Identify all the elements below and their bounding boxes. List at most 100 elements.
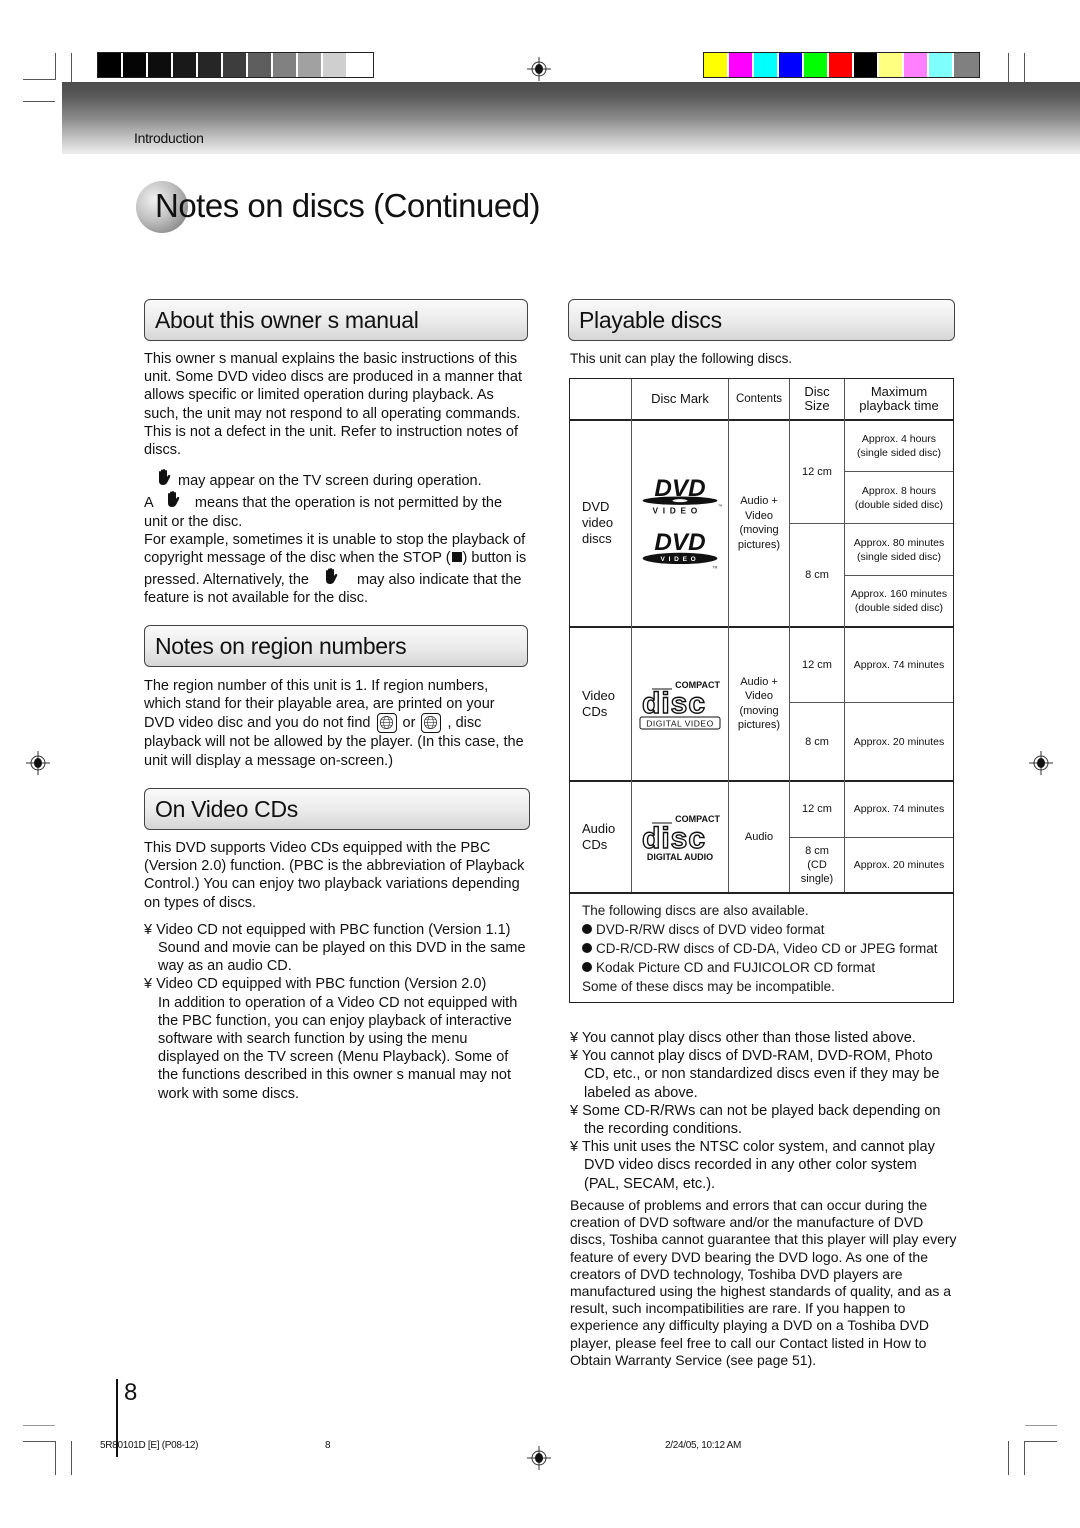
grayscale-swatch (198, 53, 223, 77)
row-videocd-size-12: 12 cm (802, 658, 832, 671)
also-available-note: Some of these discs may be incompatible. (582, 979, 835, 994)
registration-mark-icon (527, 57, 551, 81)
playable-note-item: ¥ Some CD-R/RWs can not be played back d… (570, 1102, 941, 1138)
table-rule (631, 379, 632, 892)
about-paragraph: This owner s manual explains the basic i… (144, 351, 523, 459)
also-available-box: The following discs are also available. … (570, 893, 953, 1002)
color-swatch (779, 53, 804, 77)
svg-text:DIGITAL AUDIO: DIGITAL AUDIO (647, 852, 713, 862)
playable-intro: This unit can play the following discs. (570, 351, 793, 366)
grayscale-swatch (148, 53, 173, 77)
also-available-item: DVD-R/RW discs of DVD video format (582, 920, 941, 939)
color-swatch (904, 53, 929, 77)
row-dvd-time-8-single: Approx. 80 minutes (single sided disc) (853, 536, 945, 563)
grayscale-swatch (173, 53, 198, 77)
row-dvd-time-8-double: Approx. 160 minutes (double sided disc) (850, 588, 948, 614)
color-swatch (804, 53, 829, 77)
grayscale-swatch (348, 53, 373, 77)
color-swatch (704, 53, 729, 77)
about-example-paragraph: For example, sometimes it is unable to s… (144, 531, 527, 607)
grayscale-swatch (273, 53, 298, 77)
grayscale-swatch (298, 53, 323, 77)
grayscale-swatch (323, 53, 348, 77)
crop-mark (1024, 1441, 1025, 1475)
crop-mark (55, 53, 56, 80)
svg-text:VIDEO: VIDEO (652, 506, 701, 516)
bullet-dot-icon (582, 962, 592, 972)
crop-mark (55, 1441, 56, 1475)
also-available-list: DVD-R/RW discs of DVD video format CD-R/C… (582, 920, 941, 977)
svg-text:disc: disc (642, 687, 706, 720)
section-heading-playable: Playable discs (568, 299, 955, 341)
table-rule (790, 837, 953, 838)
videocd-item-title: ¥ Video CD equipped with PBC function (V… (144, 976, 487, 993)
table-rule (845, 575, 953, 576)
compact-disc-digital-video-logo-icon: COMPACT disc DIGITAL VIDEO (639, 680, 721, 729)
crop-mark (1008, 53, 1009, 83)
about-section-text: This owner s manual explains the basic i… (144, 350, 528, 608)
row-audiocd-logo: COMPACT disc DIGITAL AUDIO (632, 781, 728, 892)
crop-mark (23, 101, 55, 102)
prohibited-hand-icon (167, 491, 180, 508)
table-header-disc-mark: Disc Mark (651, 391, 709, 406)
also-available-item: CD-R/CD-RW discs of CD-DA, Video CD or J… (582, 939, 941, 958)
table-header-disc-size: Disc Size (804, 384, 830, 413)
grayscale-swatch (223, 53, 248, 77)
prohibited-hand-icon (326, 568, 338, 585)
compact-disc-digital-audio-logo-icon: COMPACT disc DIGITAL AUDIO (641, 814, 720, 862)
videocd-item-title: ¥ Video CD not equipped with PBC functio… (144, 921, 511, 938)
row-dvd-time-12-single: Approx. 4 hours (single sided disc) (856, 432, 942, 459)
crop-mark (23, 1441, 55, 1442)
playable-discs-table: Disc Mark Contents Disc Size Maximum pla… (569, 378, 954, 1003)
row-videocd-size-8: 8 cm (805, 735, 829, 748)
table-header-contents: Contents (735, 393, 783, 405)
section-heading-videocd: On Video CDs (144, 788, 530, 830)
row-audiocd-contents: Audio (744, 830, 774, 843)
region-1-globe-icon (376, 713, 397, 734)
dvd-video-logo-icon: DVD VIDEO TM (642, 475, 722, 516)
region-section-text: The region number of this unit is 1. If … (144, 677, 528, 770)
color-swatch (879, 53, 904, 77)
svg-text:TM: TM (713, 566, 718, 570)
grayscale-swatch (123, 53, 148, 77)
section-heading-about: About this owner s manual (144, 299, 528, 341)
grayscale-calibration-bar (97, 52, 374, 78)
svg-text:disc: disc (642, 822, 706, 855)
row-dvd-type: DVD video discs (582, 499, 614, 546)
bullet-dot-icon (582, 943, 592, 953)
crop-mark (1025, 1425, 1057, 1426)
svg-text:TM: TM (718, 503, 722, 507)
row-videocd-type: Video CDs (582, 687, 616, 719)
row-videocd-contents: Audio + Video (moving pictures) (737, 675, 781, 732)
color-swatch (929, 53, 954, 77)
table-rule (570, 892, 953, 894)
page-title: Notes on discs (Continued) (155, 187, 541, 224)
table-header-type (570, 379, 631, 419)
section-label: Introduction (134, 130, 204, 146)
crop-mark (71, 1441, 72, 1475)
videocd-list: ¥ Video CD not equipped with PBC functio… (144, 921, 528, 1103)
table-rule (790, 523, 953, 524)
row-dvd-logo: DVD VIDEO TM DVD VIDEO TM (632, 420, 728, 626)
svg-text:VIDEO: VIDEO (661, 556, 700, 563)
row-videocd-logo: COMPACT disc DIGITAL VIDEO (632, 627, 728, 780)
table-rule (845, 471, 953, 472)
playable-discs-grid: Disc Mark Contents Disc Size Maximum pla… (570, 379, 953, 894)
table-rule (728, 379, 729, 892)
region-all-globe-icon (421, 713, 442, 734)
bullet-dot-icon (582, 924, 592, 934)
playable-note-item: ¥ You cannot play discs other than those… (570, 1030, 916, 1046)
color-swatch (754, 53, 779, 77)
table-rule (844, 379, 845, 892)
also-available-intro: The following discs are also available. (582, 903, 809, 918)
playable-notes-list: ¥ You cannot play discs other than those… (570, 1029, 954, 1193)
videocd-item-desc: Sound and movie can be played on this DV… (158, 940, 526, 975)
page-number: 8 (124, 1379, 138, 1406)
row-dvd-contents: Audio + Video (moving pictures) (737, 495, 781, 551)
row-audiocd-time-8: Approx. 20 minutes (853, 859, 945, 871)
also-available-item: Kodak Picture CD and FUJICOLOR CD format (582, 958, 941, 977)
row-audiocd-size-12: 12 cm (802, 803, 832, 815)
footer-doc-code: 5R80101D [E] (P08-12) (100, 1440, 199, 1451)
footer-timestamp: 2/24/05, 10:12 AM (665, 1440, 742, 1451)
color-calibration-bar (703, 52, 980, 78)
